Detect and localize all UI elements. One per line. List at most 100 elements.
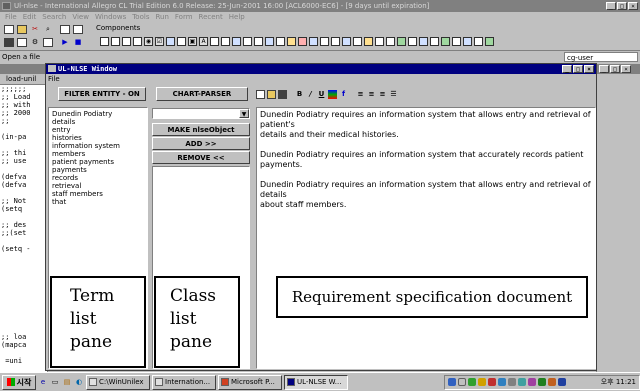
italic-icon[interactable]: / (306, 90, 315, 99)
start-button[interactable]: 시작 (2, 374, 36, 390)
ime-icon[interactable] (458, 378, 466, 386)
printer-icon[interactable] (508, 378, 516, 386)
component-calendar-icon[interactable] (485, 37, 494, 46)
component-table-icon[interactable] (221, 37, 230, 46)
term-list-item[interactable]: patient payments (52, 158, 144, 166)
component-tree-icon[interactable] (243, 37, 252, 46)
component-web-icon[interactable] (441, 37, 450, 46)
align-left-icon[interactable]: ≡ (356, 90, 365, 99)
ide-maximize-button[interactable]: □ (617, 2, 627, 10)
component-grid-icon[interactable] (210, 37, 219, 46)
add-button[interactable]: ADD >> (152, 137, 250, 150)
component-toolbar-icon[interactable] (419, 37, 428, 46)
term-list-item[interactable]: histories (52, 134, 144, 142)
underline-icon[interactable]: U (317, 90, 326, 99)
menu-search[interactable]: Search (39, 12, 69, 23)
maximize-button[interactable]: □ (573, 65, 583, 73)
keyboard-icon[interactable] (528, 378, 536, 386)
term-list-item[interactable]: staff members (52, 190, 144, 198)
bg-minimize-button[interactable]: _ (599, 65, 609, 73)
print-icon[interactable] (17, 38, 27, 47)
media-icon[interactable]: ◐ (74, 377, 84, 387)
task-powerpoint[interactable]: Microsoft P... (218, 374, 282, 390)
component-text-icon[interactable]: A (199, 37, 208, 46)
display-icon[interactable] (518, 378, 526, 386)
chevron-down-icon[interactable]: ▼ (239, 109, 249, 118)
menu-tools[interactable]: Tools (129, 12, 152, 23)
desktop-icon[interactable]: ▭ (50, 377, 60, 387)
open-folder-icon[interactable] (17, 25, 27, 34)
component-lamp-icon[interactable] (298, 37, 307, 46)
color-icon[interactable] (328, 89, 337, 99)
component-timer-icon[interactable] (408, 37, 417, 46)
task-ul-nlse[interactable]: UL-NLSE W... (284, 374, 348, 390)
menu-form[interactable]: Form (172, 12, 196, 23)
remove-button[interactable]: REMOVE << (152, 151, 250, 164)
component-outline-icon[interactable] (320, 37, 329, 46)
requirement-document-pane[interactable]: Dunedin Podiatry requires an information… (256, 107, 596, 369)
menu-file-nlse[interactable]: File (48, 75, 60, 83)
term-list-item[interactable]: records (52, 174, 144, 182)
component-status-icon[interactable] (430, 37, 439, 46)
listener-tab[interactable]: load-unil (0, 74, 47, 85)
menu-windows[interactable]: Windows (92, 12, 129, 23)
package-field[interactable]: cg-user (564, 52, 638, 62)
shield-icon[interactable] (538, 378, 546, 386)
component-group-icon[interactable] (133, 37, 142, 46)
menu-run[interactable]: Run (152, 12, 171, 23)
task-allegro[interactable]: Internation... (152, 374, 216, 390)
bg-maximize-button[interactable]: □ (610, 65, 620, 73)
component-line-icon[interactable] (463, 37, 472, 46)
component-header-icon[interactable] (331, 37, 340, 46)
term-list-item[interactable]: entry (52, 126, 144, 134)
power-icon[interactable] (548, 378, 556, 386)
term-list-item[interactable]: that (52, 198, 144, 206)
term-list-item[interactable]: retrieval (52, 182, 144, 190)
new-icon[interactable] (256, 89, 265, 99)
messenger-icon[interactable] (478, 378, 486, 386)
menu-view[interactable]: View (69, 12, 92, 23)
minimize-button[interactable]: _ (562, 65, 572, 73)
term-list-item[interactable]: information system (52, 142, 144, 150)
bold-icon[interactable]: B (295, 90, 304, 99)
menu-edit[interactable]: Edit (20, 12, 40, 23)
term-list-item[interactable]: details (52, 118, 144, 126)
volume-icon[interactable] (498, 378, 506, 386)
component-frame-icon[interactable] (474, 37, 483, 46)
window-icon[interactable] (60, 25, 70, 34)
save-icon[interactable] (278, 89, 287, 99)
update-icon[interactable] (488, 378, 496, 386)
new-file-icon[interactable] (4, 25, 14, 34)
component-spin-icon[interactable] (342, 37, 351, 46)
save-icon[interactable] (4, 38, 14, 47)
component-multi-icon[interactable] (353, 37, 362, 46)
component-shape-icon[interactable] (287, 37, 296, 46)
component-slider-icon[interactable] (254, 37, 263, 46)
component-chart-icon[interactable] (375, 37, 384, 46)
component-edit-icon[interactable] (111, 37, 120, 46)
network-icon[interactable] (448, 378, 456, 386)
align-center-icon[interactable]: ≡ (367, 90, 376, 99)
component-check-icon[interactable]: ☑ (155, 37, 164, 46)
make-nlse-object-button[interactable]: MAKE nlseObject (152, 123, 250, 136)
component-bitmap-icon[interactable] (364, 37, 373, 46)
component-radio-icon[interactable]: ◉ (144, 37, 153, 46)
component-static-icon[interactable] (122, 37, 131, 46)
chart-parser-button[interactable]: CHART-PARSER (156, 87, 248, 101)
dialog-icon[interactable] (73, 25, 83, 34)
stop-icon[interactable]: ■ (73, 38, 83, 47)
ide-close-button[interactable]: × (628, 2, 638, 10)
find-icon[interactable]: ⌕ (43, 25, 53, 34)
menu-recent[interactable]: Recent (196, 12, 226, 23)
term-list-item[interactable]: payments (52, 166, 144, 174)
antivirus-icon[interactable] (468, 378, 476, 386)
term-list-item[interactable]: members (52, 150, 144, 158)
bullets-icon[interactable]: ☰ (389, 90, 398, 99)
component-button-icon[interactable] (100, 37, 109, 46)
component-dropping-icon[interactable] (452, 37, 461, 46)
menu-file[interactable]: File (2, 12, 20, 23)
bg-close-button[interactable]: × (621, 65, 631, 73)
open-icon[interactable] (267, 89, 276, 99)
class-select[interactable]: ▼ (152, 108, 250, 119)
bluetooth-icon[interactable] (558, 378, 566, 386)
